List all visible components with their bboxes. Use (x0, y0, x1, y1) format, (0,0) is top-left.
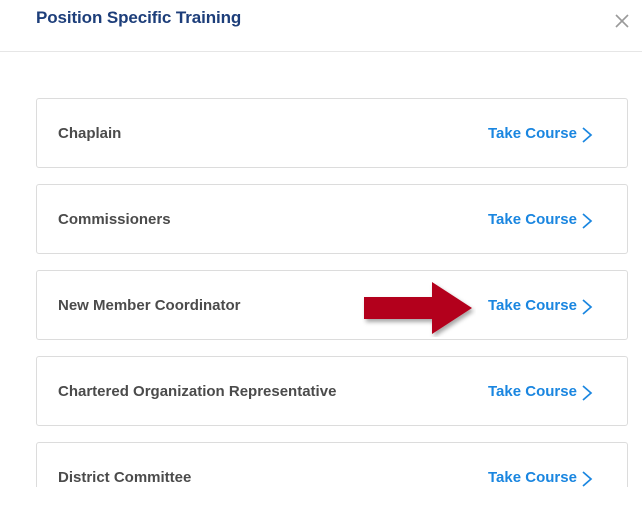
take-course-link[interactable]: Take Course (488, 295, 593, 316)
chevron-right-icon (582, 127, 593, 143)
take-course-label: Take Course (488, 125, 577, 142)
chevron-right-icon (582, 471, 593, 487)
take-course-label: Take Course (488, 383, 577, 400)
close-button[interactable] (611, 10, 633, 32)
take-course-link[interactable]: Take Course (488, 209, 593, 230)
take-course-link[interactable]: Take Course (488, 381, 593, 402)
course-name: Chartered Organization Representative (58, 383, 337, 400)
chevron-right-icon (582, 385, 593, 401)
take-course-label: Take Course (488, 469, 577, 486)
course-name: New Member Coordinator (58, 297, 241, 314)
take-course-link[interactable]: Take Course (488, 123, 593, 144)
course-card-commissioners: Commissioners Take Course (36, 184, 628, 254)
course-list: Chaplain Take Course Commissioners Take … (36, 98, 628, 487)
dialog-title: Position Specific Training (36, 8, 242, 27)
course-card-chartered-organization-representative: Chartered Organization Representative Ta… (36, 356, 628, 426)
course-name: Commissioners (58, 211, 171, 228)
chevron-right-icon (582, 213, 593, 229)
course-card-district-committee: District Committee Take Course (36, 442, 628, 487)
course-card-new-member-coordinator: New Member Coordinator Take Course (36, 270, 628, 340)
red-arrow-icon (364, 282, 472, 334)
course-name: Chaplain (58, 125, 122, 142)
take-course-link[interactable]: Take Course (488, 467, 593, 488)
close-icon (615, 14, 629, 28)
take-course-label: Take Course (488, 297, 577, 314)
chevron-right-icon (582, 299, 593, 315)
dialog-header: Position Specific Training (0, 0, 642, 52)
course-card-chaplain: Chaplain Take Course (36, 98, 628, 168)
course-name: District Committee (58, 469, 192, 486)
position-specific-training-dialog: Position Specific Training Chaplain Take… (0, 0, 642, 510)
take-course-label: Take Course (488, 211, 577, 228)
